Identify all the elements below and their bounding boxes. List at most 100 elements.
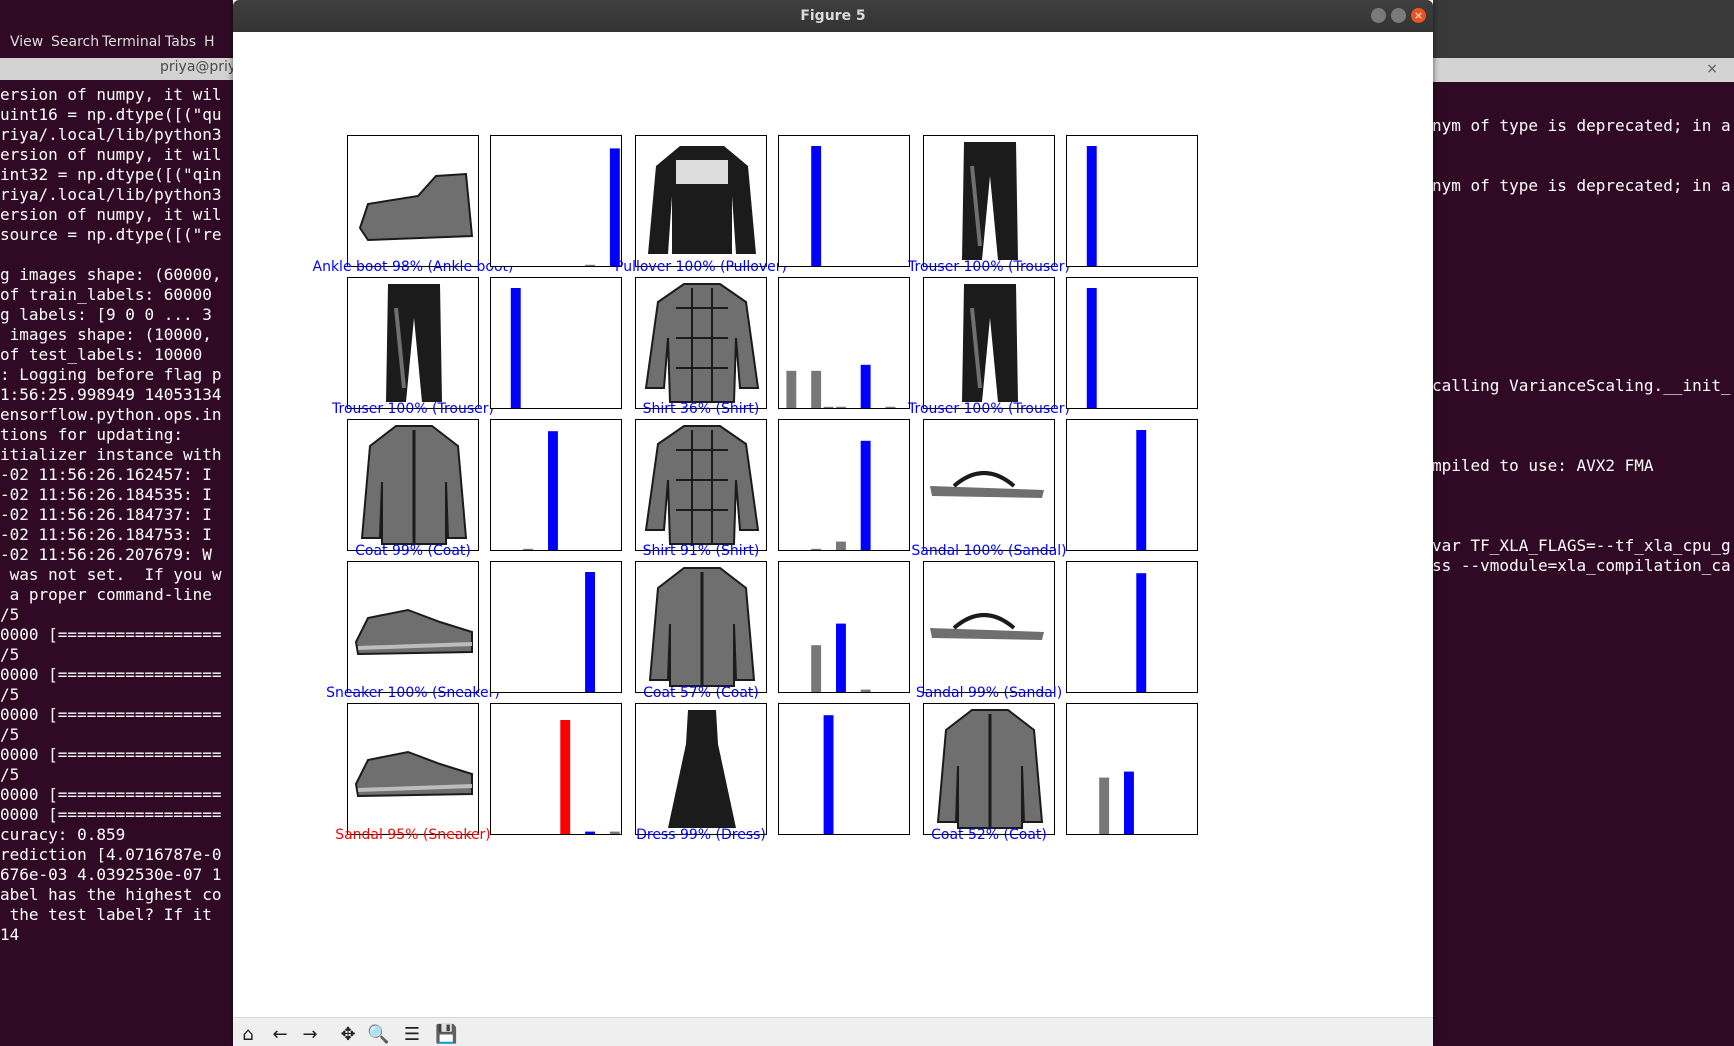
- terminal-output: ersion of numpy, it wil uint16 = np.dtype…: [0, 84, 240, 944]
- bar-chart-svg: [811, 440, 871, 550]
- terminal-line: int32 = np.dtype([("qin: [0, 165, 222, 184]
- minimize-button[interactable]: [1371, 8, 1386, 23]
- probability-bar: [836, 406, 846, 408]
- terminal-tab-title: priya@priy: [160, 59, 237, 75]
- terminal-line: /5: [0, 645, 20, 664]
- terminal-line: 14: [0, 925, 20, 944]
- terminal-tab[interactable]: priya@priy: [0, 58, 240, 80]
- probability-bar: [1136, 573, 1147, 692]
- menu-terminal[interactable]: Terminal: [102, 34, 161, 50]
- terminal-line: curacy: 0.859: [0, 825, 126, 844]
- thumbnail-graphic: [648, 567, 756, 687]
- thumbnail-image: [635, 703, 767, 835]
- probability-bar: [811, 146, 822, 266]
- thumbnail-image: [923, 561, 1055, 693]
- terminal-right: × nym of type is deprecated; in a nym of …: [1432, 58, 1734, 1045]
- thumbnail-graphic: [354, 750, 473, 798]
- terminal-line: riya/.local/lib/python3: [0, 185, 222, 204]
- terminal-line: of test_labels: 10000: [0, 345, 203, 364]
- terminal-left: View Search Terminal Tabs H priya@priy e…: [0, 0, 240, 1045]
- bar-chart-svg: [811, 146, 822, 266]
- thumbnail-graphic: [962, 284, 1018, 402]
- terminal-line: ss --vmodule=xla_compilation_ca: [1432, 556, 1731, 575]
- terminal-line: g labels: [9 0 0 ... 3: [0, 305, 212, 324]
- thumbnail-graphic: [936, 709, 1044, 829]
- menu-help[interactable]: H: [204, 34, 215, 50]
- menu-tabs[interactable]: Tabs: [165, 34, 196, 50]
- bar-chart-svg: [585, 572, 595, 692]
- bar-chart-svg: [1086, 146, 1097, 266]
- thumbnail-image: [635, 135, 767, 267]
- thumbnail-image: [923, 277, 1055, 409]
- forward-icon[interactable]: →: [299, 1024, 321, 1046]
- probability-bar-chart: [1066, 561, 1198, 693]
- thumbnail-image: [923, 419, 1055, 551]
- terminal-line: ersion of numpy, it wil: [0, 145, 222, 164]
- probability-bar-chart: [1066, 703, 1198, 835]
- bar-chart-svg: [1136, 430, 1147, 550]
- terminal-line: the test label? If it: [0, 905, 212, 924]
- close-tab-icon[interactable]: ×: [1706, 61, 1718, 77]
- terminal-line: -02 11:56:26.162457: I: [0, 465, 212, 484]
- menu-view[interactable]: View: [10, 34, 43, 50]
- thumbnail-image: [923, 703, 1055, 835]
- terminal-line: 0000 [=================: [0, 805, 222, 824]
- bar-chart-svg: [823, 715, 834, 834]
- terminal-line: nym of type is deprecated; in a: [1432, 116, 1731, 135]
- terminal-line: : Logging before flag p: [0, 365, 222, 384]
- terminal-line: 0000 [=================: [0, 705, 222, 724]
- probability-bar: [836, 623, 846, 692]
- probability-bar-chart: [490, 135, 622, 267]
- back-icon[interactable]: ←: [269, 1024, 291, 1046]
- terminal-line: ersion of numpy, it wil: [0, 85, 222, 104]
- bar-chart-svg: [811, 623, 871, 692]
- terminal-line: -02 11:56:26.184535: I: [0, 485, 212, 504]
- bar-chart-svg: [560, 720, 620, 834]
- terminal-line: /5: [0, 605, 20, 624]
- probability-bar-chart: [490, 703, 622, 835]
- bar-chart-svg: [786, 364, 896, 408]
- menu-search[interactable]: Search: [51, 34, 99, 50]
- thumbnail-image: [635, 419, 767, 551]
- window-titlebar[interactable]: Figure 5 ×: [233, 0, 1433, 32]
- probability-bar: [560, 720, 571, 834]
- thumbnail-image: [347, 277, 479, 409]
- probability-bar-chart: [778, 419, 910, 551]
- terminal-line: of train_labels: 60000: [0, 285, 212, 304]
- navigation-toolbar: ⌂ ← → ✥ 🔍 ☰ 💾: [233, 1017, 1433, 1046]
- configure-subplots-icon[interactable]: ☰: [401, 1024, 423, 1046]
- probability-bar: [609, 148, 620, 266]
- probability-bar: [836, 541, 846, 550]
- terminal-line: ersion of numpy, it wil: [0, 205, 222, 224]
- probability-bar: [811, 645, 822, 692]
- home-icon[interactable]: ⌂: [237, 1024, 259, 1046]
- terminal-line: itializer instance with: [0, 445, 222, 464]
- terminal-line: mpiled to use: AVX2 FMA: [1432, 456, 1654, 475]
- close-button[interactable]: ×: [1411, 8, 1426, 23]
- probability-bar: [811, 548, 822, 550]
- bar-chart-svg: [510, 288, 521, 408]
- terminal-line: source = np.dtype([("re: [0, 225, 222, 244]
- terminal-line: 0000 [=================: [0, 665, 222, 684]
- probability-bar: [1086, 288, 1097, 408]
- terminal-tab-right[interactable]: ×: [1432, 58, 1734, 82]
- zoom-icon[interactable]: 🔍: [367, 1024, 389, 1046]
- pan-icon[interactable]: ✥: [337, 1024, 359, 1046]
- save-icon[interactable]: 💾: [435, 1024, 457, 1046]
- probability-bar: [523, 548, 534, 550]
- probability-bar-chart: [778, 703, 910, 835]
- maximize-button[interactable]: [1391, 8, 1406, 23]
- probability-bar: [823, 406, 834, 408]
- thumbnail-graphic: [962, 142, 1018, 260]
- terminal-line: var TF_XLA_FLAGS=--tf_xla_cpu_g: [1432, 536, 1731, 555]
- terminal-line: rediction [4.0716787e-0: [0, 845, 222, 864]
- thumbnail-graphic: [648, 146, 756, 254]
- probability-bar: [811, 370, 822, 408]
- probability-bar-chart: [778, 277, 910, 409]
- terminal-line: images shape: (10000,: [0, 325, 212, 344]
- terminal-line: was not set. If you w: [0, 565, 222, 584]
- bar-chart-svg: [585, 148, 620, 266]
- terminal-line: nym of type is deprecated; in a: [1432, 176, 1731, 195]
- terminal-line: -02 11:56:26.184753: I: [0, 525, 212, 544]
- bar-chart-svg: [1136, 573, 1147, 692]
